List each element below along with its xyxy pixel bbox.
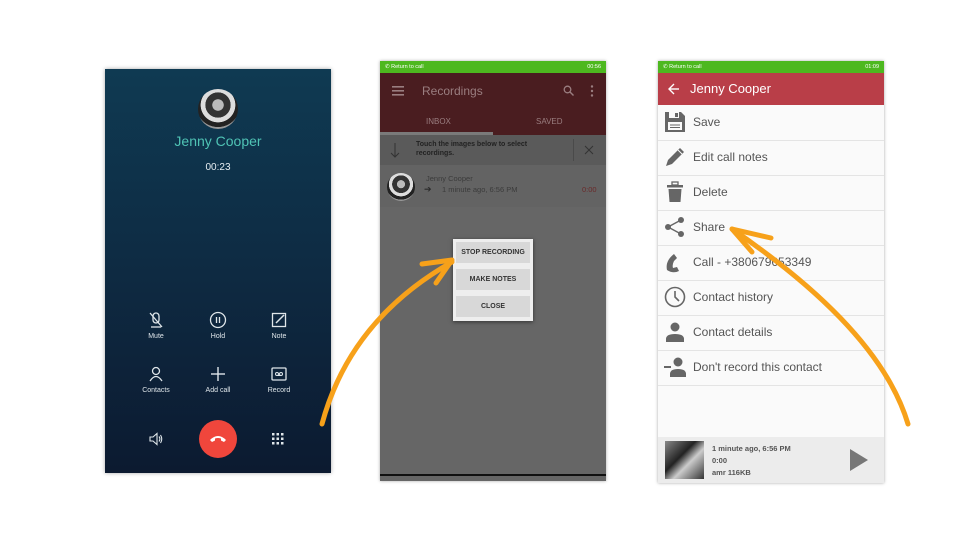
recording-list-item[interactable]: Jenny Cooper ➔ 1 minute ago, 6:56 PM 0:0… [380,165,606,207]
status-time: 01:09 [865,64,879,70]
menu-label: Share [693,220,726,234]
record-button[interactable]: Record [249,365,309,394]
return-to-call-label: Return to call [669,64,702,70]
phone-icon [666,254,679,273]
menu-item-contact-history[interactable]: Contact history [658,280,884,316]
page-title: Jenny Cooper [690,81,771,96]
menu-icon[interactable] [392,86,404,96]
mute-button[interactable]: Mute [126,311,186,340]
player-duration: 0:00 [712,456,728,465]
menu-label: Contact details [693,325,773,339]
mic-off-icon [149,312,163,328]
plus-icon [211,367,225,381]
recording-dialog: STOP RECORDING MAKE NOTES CLOSE [453,239,533,321]
outgoing-arrow-icon: ➔ [424,184,432,194]
phone-small-icon: ✆ [385,64,390,70]
pencil-icon [666,148,684,166]
menu-item-call[interactable]: Call - +380679653349 [658,245,884,281]
menu-label: Contact history [693,290,774,304]
call-timer: 00:23 [205,162,231,173]
recordings-screen: ✆ Return to call 00:56 Recordings INBOX … [380,61,606,481]
stop-recording-button[interactable]: STOP RECORDING [456,242,530,263]
person-remove-icon [664,357,686,377]
trash-icon [667,181,683,202]
hold-button[interactable]: Hold [188,311,248,340]
return-to-call-label: Return to call [391,64,424,70]
arrow-down-icon [390,143,400,158]
menu-label: Don't record this contact [693,360,823,374]
share-icon [665,217,684,237]
contacts-label: Contacts [142,387,170,394]
add-call-label: Add call [205,387,231,394]
pause-icon [209,311,227,329]
note-icon [271,312,287,328]
call-screen: Jenny Cooper 00:23 Mute Hold Note Contac… [105,69,331,473]
recording-contact-name: Jenny Cooper [426,174,473,183]
make-notes-button[interactable]: MAKE NOTES [456,269,530,290]
record-icon [271,367,287,381]
end-call-icon [210,436,226,442]
tab-bar: INBOX SAVED [380,109,606,135]
contact-avatar [198,89,238,129]
close-icon[interactable] [584,145,594,155]
close-button[interactable]: CLOSE [456,296,530,317]
menu-label: Call - +380679653349 [693,255,812,269]
dialpad-icon[interactable] [272,433,284,445]
play-icon[interactable] [850,449,868,471]
player-bar: 1 minute ago, 6:56 PM 0:00 amr 116KB [658,437,884,483]
save-icon [665,112,685,132]
toolbar: Jenny Cooper [658,73,884,105]
player-format: amr 116KB [712,468,751,477]
add-call-button[interactable]: Add call [188,365,248,394]
tab-inbox[interactable]: INBOX [426,117,451,126]
menu-item-edit-call-notes[interactable]: Edit call notes [658,140,884,176]
selection-hint-banner: Touch the images below to select recordi… [380,135,606,165]
back-arrow-icon[interactable] [668,83,680,95]
menu-item-share[interactable]: Share [658,210,884,246]
person-icon [149,366,163,382]
return-to-call-bar[interactable]: ✆ Return to call 00:56 [380,61,606,73]
person-icon [666,322,684,342]
menu-item-contact-details[interactable]: Contact details [658,315,884,351]
status-time: 00:56 [587,64,601,70]
recording-avatar[interactable] [387,173,415,201]
menu-label: Edit call notes [693,150,768,164]
contact-photo [665,441,704,479]
note-button[interactable]: Note [249,311,309,340]
menu-label: Save [693,115,721,129]
page-title: Recordings [422,84,483,98]
menu-item-delete[interactable]: Delete [658,175,884,211]
tab-saved[interactable]: SAVED [536,117,563,126]
hold-label: Hold [210,333,226,340]
menu-item-save[interactable]: Save [658,105,884,141]
search-icon[interactable] [563,85,574,96]
banner-text: Touch the images below to select recordi… [416,141,528,157]
menu-item-dont-record[interactable]: Don't record this contact [658,350,884,386]
bottom-edge [380,474,606,476]
contact-name: Jenny Cooper [174,133,262,149]
recording-duration: 0:00 [582,185,597,194]
player-time: 1 minute ago, 6:56 PM [712,444,791,453]
more-icon[interactable] [590,85,594,97]
contacts-button[interactable]: Contacts [126,365,186,394]
return-to-call-bar[interactable]: ✆ Return to call 01:09 [658,61,884,73]
phone-small-icon: ✆ [663,64,668,70]
speaker-icon[interactable] [148,431,164,447]
note-label: Note [271,333,287,340]
banner-divider [573,139,574,161]
contact-options-screen: ✆ Return to call 01:09 Jenny Cooper Save… [658,61,884,483]
toolbar: Recordings [380,73,606,109]
clock-icon [664,286,686,308]
end-call-button[interactable] [199,420,237,458]
mute-label: Mute [148,333,164,340]
menu-label: Delete [693,185,728,199]
record-label: Record [267,387,291,394]
recording-time: 1 minute ago, 6:56 PM [442,185,518,194]
